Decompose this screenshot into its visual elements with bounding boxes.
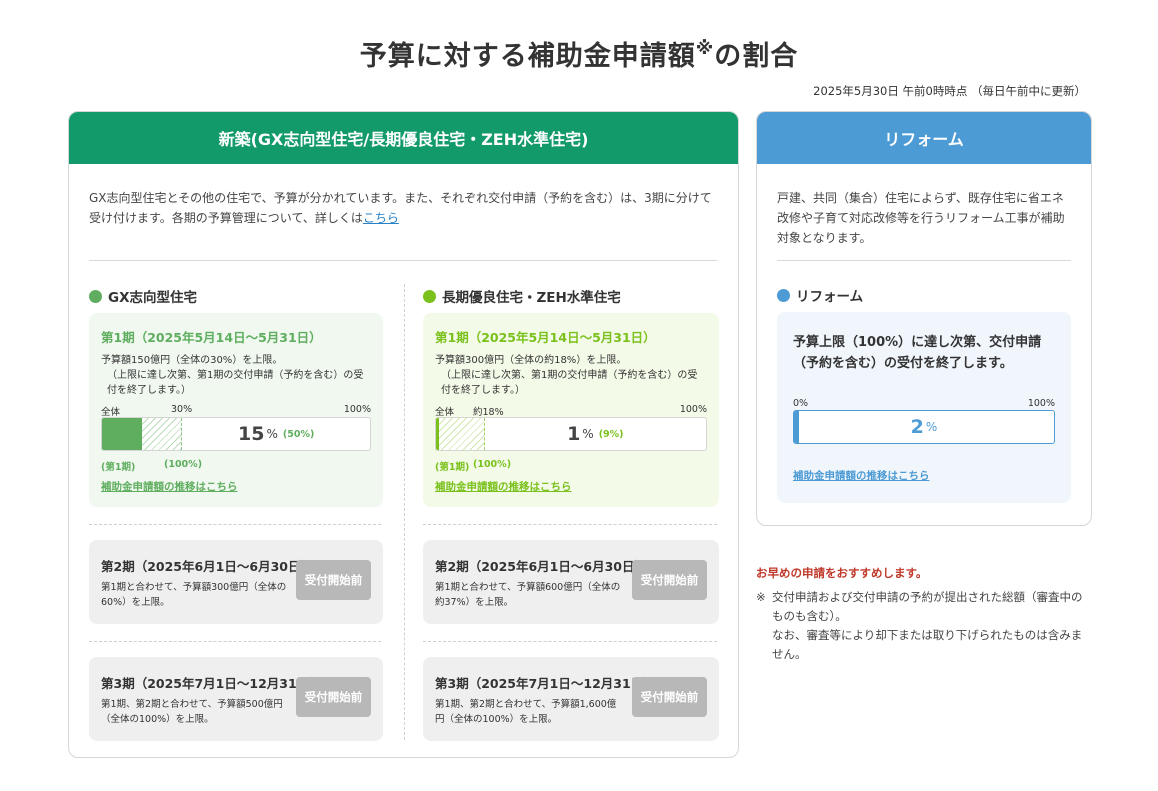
zeh-bar-label-mid: 約18% [473,407,504,418]
gx-progress-bar: 15% (50%) [101,417,371,451]
early-application-warning: お早めの申請をおすすめします。 [756,566,928,580]
zeh-bar-label-max: 100% [679,404,707,415]
gx-value-unit: % [266,427,278,441]
zeh-phase1-desc2: （上限に達し次第、第1期の交付申請（予約を含む）の受付を終了します。） [441,370,698,396]
reform-message: 予算上限（100%）に達し次第、交付申請（予約を含む）の受付を終了します。 [793,335,1042,371]
gx-cap-hatch [142,418,183,450]
details-link[interactable]: こちら [363,211,399,225]
gx-trend-link[interactable]: 補助金申請額の推移はこちら [101,479,238,494]
zeh-progress-value: 1% (9%) [485,418,706,450]
zeh-label-100: (100%) [473,459,512,470]
gx-phase1-desc2: （上限に達し次第、第1期の交付申請（予約を含む）の受付を終了します。） [107,370,364,396]
zeh-value-unit: % [582,427,594,441]
zeh-phase2-desc: 第1期と合わせて、予算額600億円（全体の約37%）を上限。 [435,582,621,608]
reform-dot-icon [777,288,790,302]
new-build-header: 新築(GX志向型住宅/長期優良住宅・ZEH水準住宅) [69,112,738,164]
zeh-column-title: 長期優良住宅・ZEH水準住宅 [423,286,621,306]
footnote-text-1: 交付申請および交付申請の予約が提出された総額（審査中のものも含む）。 [772,590,1083,623]
gx-progress-fill [102,418,143,450]
update-timestamp: 2025年5月30日 午前0時時点 （毎日午前中に更新） [813,84,1086,98]
gx-label-100: (100%) [164,459,203,470]
footnote-mark: ※ [756,590,766,604]
page-title: 予算に対する補助金申請額※の割合 [0,34,1158,73]
reform-progress-bar: 2% [793,410,1055,444]
gx-phase1-desc1: 予算額150億円（全体の30%）を上限。 [101,355,283,366]
gx-bar-label-all: 全体 [101,407,121,418]
gx-phase2-title: 第2期（2025年6月1日～6月30日） [101,559,313,574]
divider [89,260,717,261]
reform-header: リフォーム [757,112,1091,164]
gx-phase3-status-button[interactable]: 受付開始前 [296,677,371,717]
footnote: ※ 交付申請および交付申請の予約が提出された総額（審査中のものも含む）。 [756,588,1092,626]
zeh-label-phase1: (第1期) [435,462,470,473]
gx-phase1-title: 第1期（2025年5月14日～5月31日） [101,330,322,345]
zeh-bar-label-all: 全体 [435,407,455,418]
reform-column-title: リフォーム [777,285,863,305]
zeh-phase3-status-button[interactable]: 受付開始前 [632,677,707,717]
zeh-title-text: 長期優良住宅・ZEH水準住宅 [442,290,621,306]
title-main: 予算に対する補助金申請額 [359,41,696,72]
gx-divider-2 [89,641,381,642]
gx-phase2-desc: 第1期と合わせて、予算額300億円（全体の60%）を上限。 [101,582,287,608]
reform-value-unit: % [925,420,938,434]
zeh-phase3-box: 第3期（2025年7月1日～12月31日） 第1期、第2期と合わせて、予算額1,… [423,657,719,741]
gx-divider-1 [89,524,381,525]
reform-status-box: 予算上限（100%）に達し次第、交付申請（予約を含む）の受付を終了します。 0%… [777,312,1071,503]
gx-phase3-box: 第3期（2025年7月1日～12月31日） 第1期、第2期と合わせて、予算額50… [89,657,383,741]
zeh-trend-link[interactable]: 補助金申請額の推移はこちら [435,479,572,494]
title-suffix: の割合 [714,41,799,72]
gx-phase2-box: 第2期（2025年6月1日～6月30日） 第1期と合わせて、予算額300億円（全… [89,540,383,624]
zeh-divider-1 [423,524,717,525]
gx-title-text: GX志向型住宅 [108,290,197,306]
reform-divider [777,260,1071,261]
zeh-value-num: 1 [567,423,581,445]
gx-phase2-status-button[interactable]: 受付開始前 [296,560,371,600]
zeh-phase2-title: 第2期（2025年6月1日～6月30日） [435,559,647,574]
new-build-intro: GX志向型住宅とその他の住宅で、予算が分かれています。また、それぞれ交付申請（予… [89,188,719,228]
zeh-phase1-title: 第1期（2025年5月14日～5月31日） [435,330,656,345]
gx-bar-label-max: 100% [343,404,371,415]
column-divider [404,284,405,740]
reform-bar-label-max: 100% [1027,398,1055,409]
reform-card: リフォーム 戸建、共同（集合）住宅によらず、既存住宅に省エネ改修や子育て対応改修… [756,111,1092,526]
reform-bar-label-min: 0% [793,398,809,409]
gx-progress-value: 15% (50%) [182,418,370,450]
reform-value-num: 2 [910,416,924,438]
zeh-phase3-title: 第3期（2025年7月1日～12月31日） [435,676,656,691]
zeh-phase2-status-button[interactable]: 受付開始前 [632,560,707,600]
new-build-card: 新築(GX志向型住宅/長期優良住宅・ZEH水準住宅) GX志向型住宅とその他の住… [68,111,739,758]
gx-phase1-box: 第1期（2025年5月14日～5月31日） 予算額150億円（全体の30%）を上… [89,313,383,507]
zeh-phase1-desc1: 予算額300億円（全体の約18%）を上限。 [435,355,627,366]
zeh-phase1-box: 第1期（2025年5月14日～5月31日） 予算額300億円（全体の約18%）を… [423,313,719,507]
gx-phase3-title: 第3期（2025年7月1日～12月31日） [101,676,322,691]
gx-phase3-desc: 第1期、第2期と合わせて、予算額500億円（全体の100%）を上限。 [101,699,283,725]
gx-value-sub: (50%) [282,428,315,440]
zeh-divider-2 [423,641,717,642]
gx-bar-label-mid: 30% [171,404,193,415]
zeh-value-sub: (9%) [598,428,624,440]
footnote-text-2: なお、審査等により却下または取り下げられたものは含みません。 [772,628,1083,661]
gx-dot-icon [89,289,102,303]
reform-intro: 戸建、共同（集合）住宅によらず、既存住宅に省エネ改修や子育て対応改修等を行うリフ… [777,191,1065,245]
notice-block: お早めの申請をおすすめします。 ※ 交付申請および交付申請の予約が提出された総額（… [756,565,1092,664]
zeh-phase2-box: 第2期（2025年6月1日～6月30日） 第1期と合わせて、予算額600億円（全… [423,540,719,624]
gx-label-phase1: (第1期) [101,462,136,473]
reform-progress-value: 2% [794,411,1054,443]
zeh-cap-hatch [438,418,485,450]
zeh-progress-bar: 1% (9%) [435,417,707,451]
gx-column-title: GX志向型住宅 [89,286,197,306]
reform-trend-link[interactable]: 補助金申請額の推移はこちら [793,468,930,483]
reform-title-text: リフォーム [796,289,864,305]
new-build-intro-text: GX志向型住宅とその他の住宅で、予算が分かれています。また、それぞれ交付申請（予… [89,191,712,225]
zeh-dot-icon [423,289,436,303]
gx-value-num: 15 [238,423,265,445]
title-mark: ※ [695,38,715,59]
zeh-phase3-desc: 第1期、第2期と合わせて、予算額1,600億円（全体の100%）を上限。 [435,699,617,725]
